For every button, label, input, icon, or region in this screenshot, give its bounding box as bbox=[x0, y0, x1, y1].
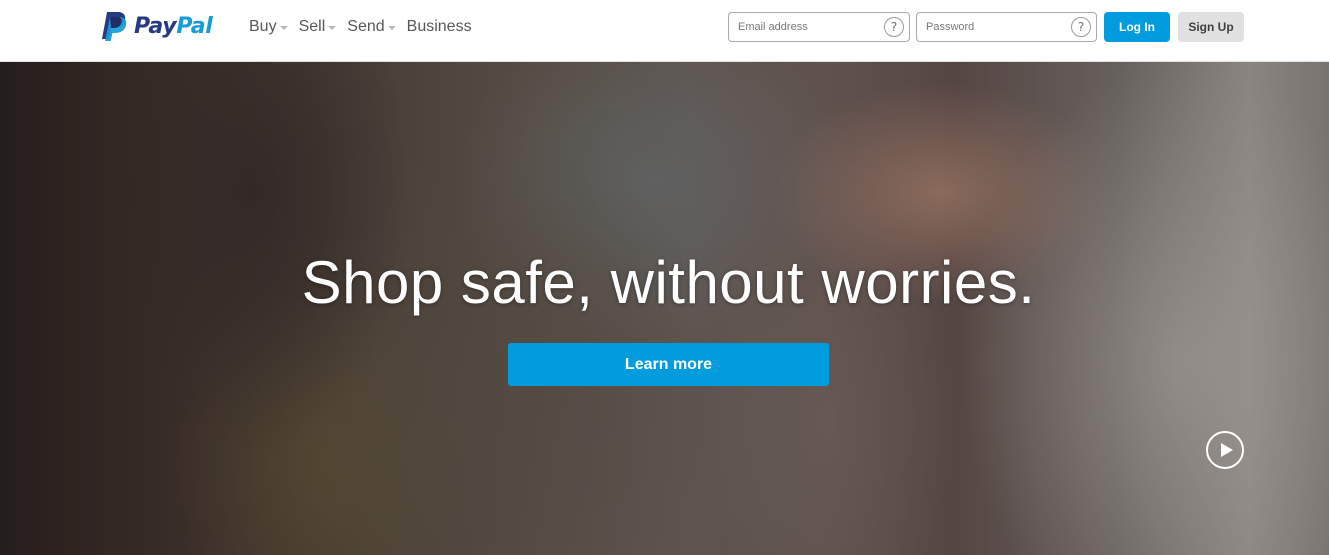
help-icon[interactable]: ? bbox=[884, 17, 904, 37]
help-icon[interactable]: ? bbox=[1071, 17, 1091, 37]
site-header: PayPal Buy Sell Send Business ? ? Log In… bbox=[0, 0, 1329, 62]
password-field[interactable] bbox=[917, 13, 1096, 41]
paypal-logo-icon bbox=[102, 12, 127, 41]
nav-item-label: Business bbox=[406, 18, 472, 35]
logo-text-pay: Pay bbox=[134, 13, 177, 39]
main-nav: Buy Sell Send Business bbox=[249, 16, 483, 38]
email-field-wrapper: ? bbox=[728, 12, 910, 42]
nav-item-label: Sell bbox=[298, 18, 326, 35]
nav-item-label: Send bbox=[347, 18, 385, 35]
play-icon bbox=[1221, 443, 1233, 457]
login-button[interactable]: Log In bbox=[1104, 12, 1170, 42]
caret-down-icon bbox=[328, 26, 337, 30]
play-video-button[interactable] bbox=[1206, 431, 1244, 469]
paypal-wordmark: PayPal bbox=[134, 14, 213, 39]
nav-item-business[interactable]: Business bbox=[407, 18, 472, 36]
learn-more-button[interactable]: Learn more bbox=[508, 343, 829, 386]
logo-text-pal: Pal bbox=[176, 13, 213, 39]
caret-down-icon bbox=[279, 26, 288, 30]
nav-item-buy[interactable]: Buy bbox=[249, 18, 288, 36]
nav-item-sell[interactable]: Sell bbox=[299, 18, 337, 36]
password-field-wrapper: ? bbox=[916, 12, 1097, 42]
signup-button[interactable]: Sign Up bbox=[1178, 12, 1244, 42]
hero-headline: Shop safe, without worries. bbox=[301, 249, 1036, 316]
email-field[interactable] bbox=[729, 13, 909, 41]
nav-item-label: Buy bbox=[249, 18, 277, 35]
paypal-logo[interactable]: PayPal bbox=[98, 10, 213, 42]
hero-banner: Shop safe, without worries. Learn more bbox=[0, 62, 1329, 555]
caret-down-icon bbox=[387, 26, 396, 30]
nav-item-send[interactable]: Send bbox=[347, 18, 396, 36]
